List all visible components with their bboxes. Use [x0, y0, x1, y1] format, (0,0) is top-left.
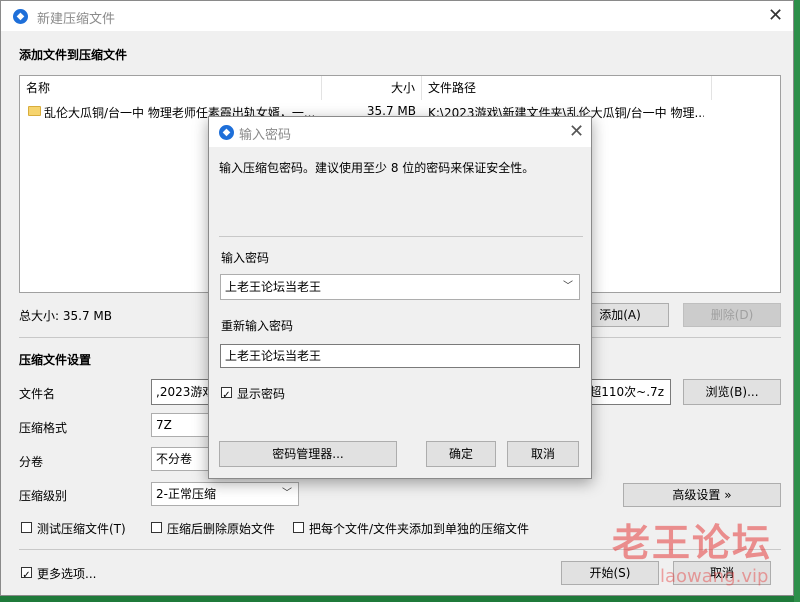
delete-after-checkbox[interactable]	[151, 522, 162, 533]
background-strip	[794, 0, 800, 602]
more-options-label: 更多选项...	[37, 567, 97, 581]
filename-label: 文件名	[19, 387, 56, 401]
advanced-settings-button[interactable]: 高级设置 »	[623, 483, 781, 507]
reenter-password-input[interactable]: 上老王论坛当老王	[220, 344, 580, 368]
dialog-message: 输入压缩包密码。建议使用至少 8 位的密码来保证安全性。	[219, 161, 535, 175]
window-titlebar: ◆ 新建压缩文件 ✕	[1, 1, 793, 31]
level-label: 压缩级别	[19, 489, 68, 503]
password-label: 输入密码	[221, 251, 270, 265]
watermark-url: laowang.vip	[660, 566, 769, 587]
dialog-cancel-button[interactable]: 取消	[507, 441, 579, 467]
column-header-size[interactable]: 大小	[322, 76, 422, 100]
show-password-label: 显示密码	[237, 387, 286, 401]
level-select[interactable]: 2-正常压缩 ﹀	[151, 482, 299, 506]
column-header-name[interactable]: 名称	[20, 76, 322, 100]
password-dialog: ◆ 输入密码 ✕ 输入压缩包密码。建议使用至少 8 位的密码来保证安全性。 输入…	[208, 116, 592, 479]
more-options-checkbox[interactable]	[21, 567, 32, 578]
test-archive-label: 测试压缩文件(T)	[37, 522, 126, 536]
format-label: 压缩格式	[19, 421, 68, 435]
ok-button[interactable]: 确定	[426, 441, 496, 467]
browse-button[interactable]: 浏览(B)...	[683, 379, 781, 405]
separate-archives-label: 把每个文件/文件夹添加到单独的压缩文件	[309, 522, 530, 536]
column-header-path[interactable]: 文件路径	[422, 76, 712, 100]
close-icon[interactable]: ✕	[569, 123, 584, 141]
section-add-title: 添加文件到压缩文件	[19, 48, 128, 62]
divider	[219, 236, 583, 237]
password-input[interactable]: 上老王论坛当老王 ﹀	[220, 274, 580, 300]
test-archive-checkbox[interactable]	[21, 522, 32, 533]
folder-icon	[28, 106, 41, 116]
separate-archives-checkbox[interactable]	[293, 522, 304, 533]
chevron-down-icon: ﹀	[282, 488, 292, 499]
app-icon: ◆	[219, 125, 234, 140]
delete-button[interactable]: 删除(D)	[683, 303, 781, 327]
show-password-checkbox[interactable]	[221, 387, 232, 398]
total-size: 总大小: 35.7 MB	[19, 309, 112, 323]
reenter-password-label: 重新输入密码	[221, 319, 294, 333]
dialog-titlebar: ◆ 输入密码 ✕	[209, 117, 591, 147]
close-icon[interactable]: ✕	[768, 7, 783, 25]
filename-tail: 超110次~.7z	[589, 385, 664, 399]
password-manager-button[interactable]: 密码管理器...	[219, 441, 397, 467]
chevron-down-icon[interactable]: ﹀	[563, 275, 573, 299]
delete-after-label: 压缩后删除原始文件	[167, 522, 276, 536]
window-title: 新建压缩文件	[37, 12, 116, 27]
dialog-title: 输入密码	[239, 128, 292, 143]
split-label: 分卷	[19, 455, 44, 469]
app-icon: ◆	[13, 9, 28, 24]
watermark-text: 老王论坛	[612, 521, 773, 565]
settings-title: 压缩文件设置	[19, 353, 92, 367]
